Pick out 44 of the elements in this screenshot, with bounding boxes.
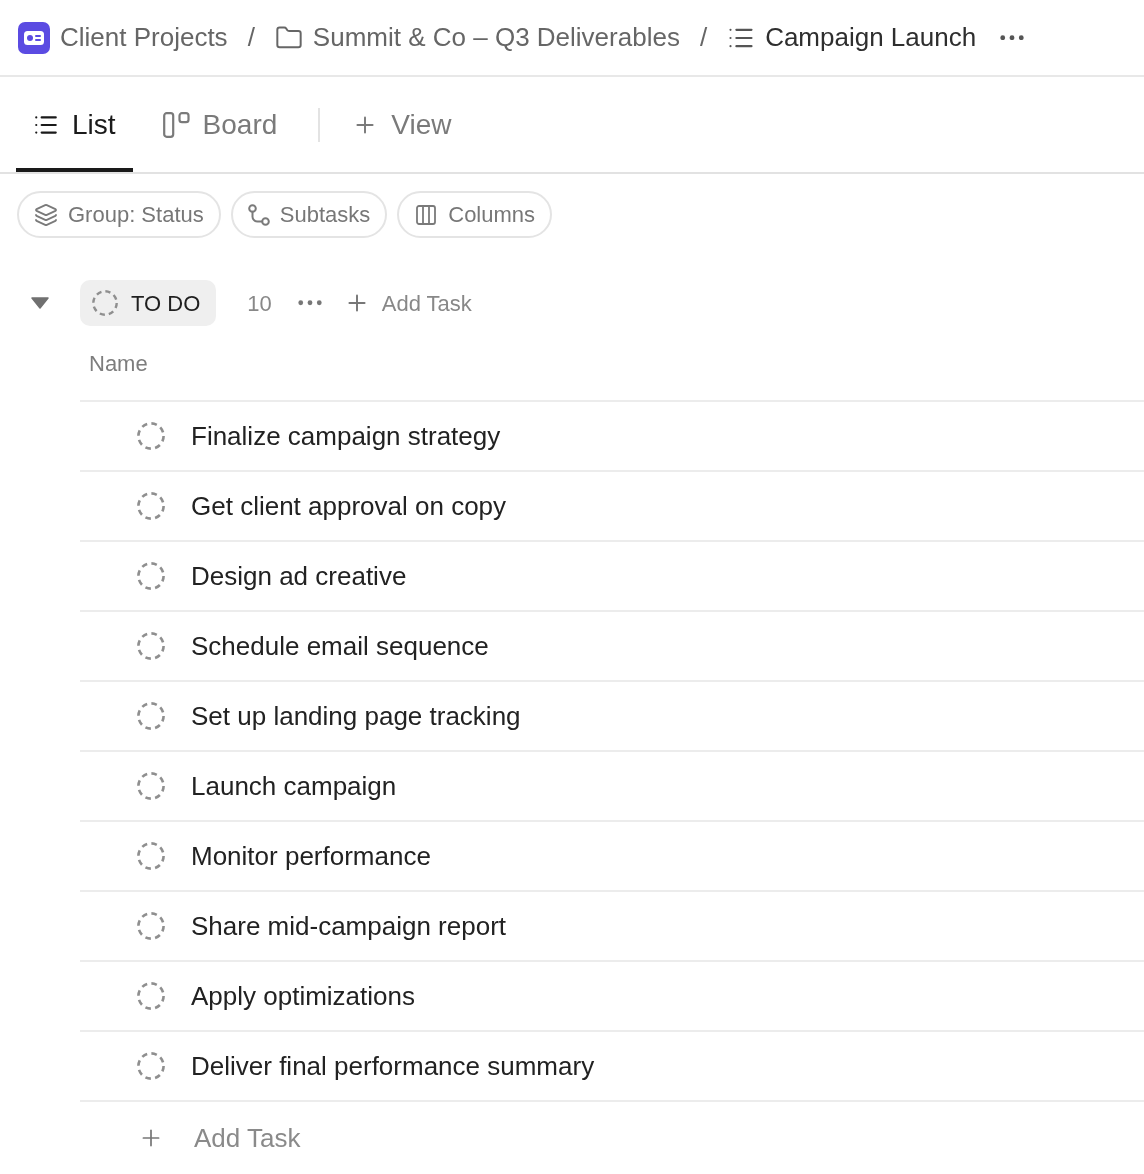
breadcrumb-link[interactable]: Summit & Co – Q3 Deliverables — [274, 18, 680, 57]
dashed-circle-icon — [137, 1052, 165, 1080]
add-task-button[interactable]: Add Task — [343, 286, 472, 320]
columns-icon — [414, 202, 439, 227]
dashed-circle-icon — [92, 290, 118, 316]
breadcrumb-link[interactable]: Client Projects — [18, 18, 228, 57]
task-count: 10 — [247, 289, 272, 318]
dashed-circle-icon — [137, 492, 165, 520]
task-name[interactable]: Design ad creative — [191, 556, 407, 596]
task-name[interactable]: Schedule email sequence — [191, 626, 489, 666]
more-icon — [297, 300, 322, 306]
task-name[interactable]: Apply optimizations — [191, 976, 415, 1016]
task-name[interactable]: Get client approval on copy — [191, 486, 507, 526]
add-view-button[interactable]: View — [344, 77, 460, 172]
dashed-circle-icon — [137, 912, 165, 940]
caret-icon — [31, 297, 49, 309]
task-name[interactable]: Share mid-campaign report — [191, 906, 507, 946]
id-card-icon — [18, 21, 50, 54]
layers-icon — [34, 202, 58, 227]
toolbar-chip[interactable]: Subtasks — [230, 191, 388, 238]
dashed-circle-icon — [137, 632, 165, 660]
board-icon — [162, 111, 190, 138]
dashed-circle-icon — [137, 702, 165, 730]
column-header: Name — [89, 350, 148, 378]
more-icon — [1000, 34, 1025, 41]
dashed-circle-icon — [137, 562, 165, 590]
dashed-circle-icon — [137, 842, 165, 870]
dashed-circle-icon — [137, 772, 165, 800]
dashed-circle-icon — [137, 422, 165, 450]
breadcrumb-separator: / — [699, 21, 708, 54]
task-name[interactable]: Launch campaign — [191, 766, 397, 806]
breadcrumb-separator: / — [247, 21, 255, 54]
dashed-circle-icon — [137, 982, 165, 1010]
breadcrumb-link[interactable]: Campaign Launch — [727, 18, 977, 57]
subtasks-icon — [247, 203, 270, 226]
view-tab[interactable]: List — [16, 77, 133, 172]
view-tab[interactable]: Board — [145, 77, 295, 172]
task-name[interactable]: Monitor performance — [191, 836, 431, 876]
status-pill[interactable]: TO DO — [80, 280, 217, 326]
toolbar-chip[interactable]: Columns — [397, 191, 553, 238]
task-name[interactable]: Finalize campaign strategy — [191, 416, 501, 456]
task-name[interactable]: Deliver final performance summary — [191, 1046, 595, 1086]
toolbar-chip[interactable]: Group: Status — [17, 191, 221, 238]
task-name[interactable]: Set up landing page tracking — [191, 696, 521, 736]
